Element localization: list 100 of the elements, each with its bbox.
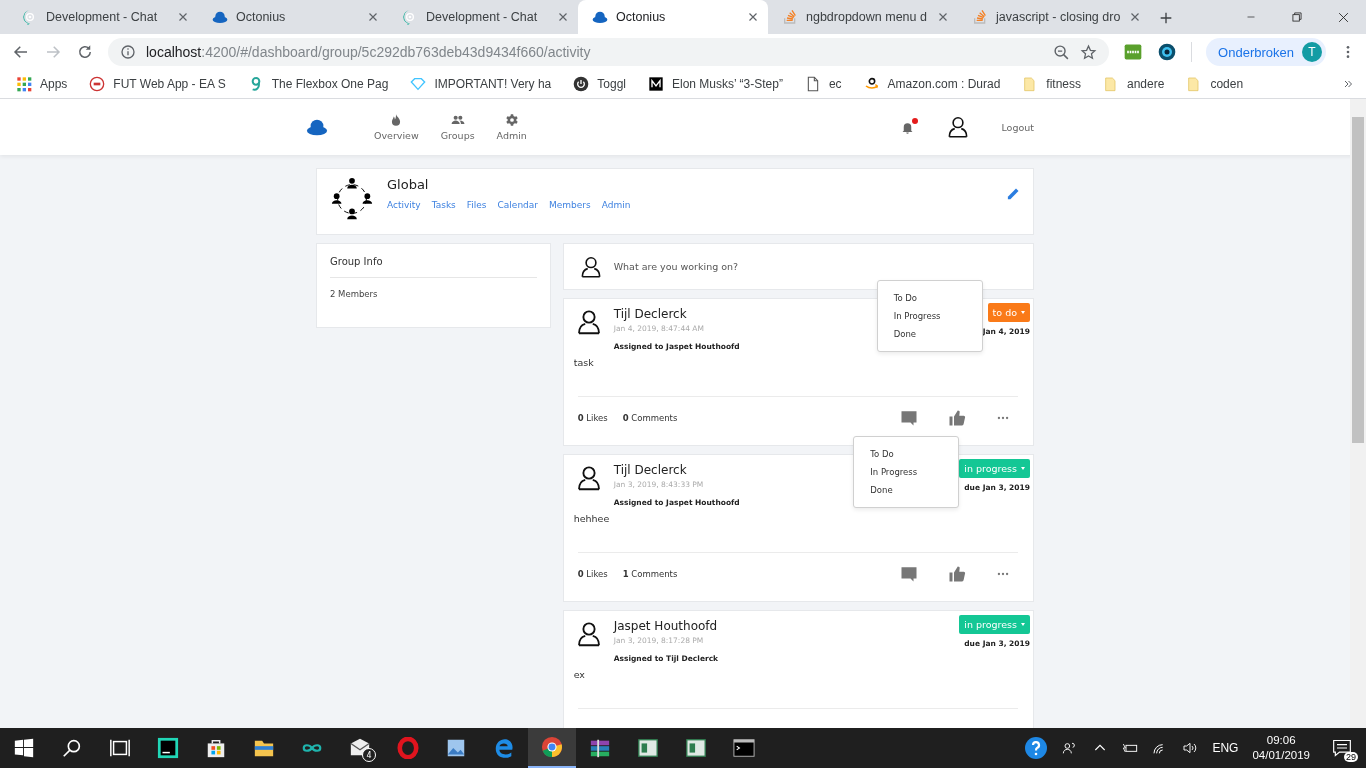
help-icon[interactable] (1024, 736, 1049, 760)
people-circle-logo-icon (329, 176, 375, 222)
bookmark-link[interactable]: FUT Web App - EA S (113, 77, 226, 91)
stacked-trays-icon (782, 9, 798, 25)
group-nav-link[interactable]: Members (549, 200, 591, 210)
square-logo-icon[interactable] (648, 76, 664, 92)
stacked-trays-icon (972, 9, 988, 25)
likes-count: 0 Likes (577, 569, 609, 579)
double-chevron-icon[interactable] (1342, 78, 1354, 90)
bookmark-link[interactable]: IMPORTANT! Very ha (434, 77, 552, 91)
search-icon (61, 737, 83, 759)
task-view-icon (109, 737, 131, 759)
nav-link[interactable]: Overview (374, 130, 419, 141)
app-window-icon (637, 737, 659, 759)
zoom-out-icon[interactable] (1053, 43, 1071, 61)
profile-button[interactable]: Onderbroken T (1206, 38, 1326, 66)
windows-logo-icon (13, 737, 35, 759)
reload-icon[interactable] (76, 43, 94, 61)
bookmark-link[interactable]: Elon Musks’ “3-Step” (672, 77, 783, 91)
thumbs-up-icon[interactable] (948, 565, 966, 583)
member-count: 2 Members (330, 289, 379, 299)
browser-tab[interactable]: Octonius (198, 0, 388, 34)
group-nav-link[interactable]: Activity (387, 200, 421, 210)
picture-icon (445, 737, 467, 759)
post-text: ex (573, 669, 586, 680)
logout-link[interactable]: Logout (1001, 121, 1034, 133)
post-input-field[interactable]: What are you working on? (611, 260, 1019, 273)
pencil-icon[interactable] (1006, 186, 1021, 201)
info-icon (120, 44, 136, 60)
notification-count: 29 (1344, 752, 1358, 762)
comments-count: 0 Comments (622, 413, 678, 423)
language-indicator[interactable]: ENG (1212, 741, 1239, 755)
bookmark-link[interactable]: Amazon.com : Durad (887, 77, 1001, 91)
caret-icon (1021, 311, 1025, 314)
group-nav-link[interactable]: Calendar (497, 200, 539, 210)
group-nav-link[interactable]: Tasks (431, 200, 456, 210)
group-nav-link[interactable]: Files (466, 200, 487, 210)
browser-tab[interactable]: Development - Chat (8, 0, 198, 34)
smile-arrow-icon[interactable] (863, 76, 880, 92)
back-icon[interactable] (12, 43, 30, 61)
group-nav-link[interactable]: Admin (601, 200, 631, 210)
cloud-icon (212, 9, 228, 25)
author-name: Tijl Declerck (613, 307, 687, 321)
browser-logo-icon (541, 736, 563, 758)
post-text: task (573, 357, 595, 368)
menu-item[interactable]: In Progress (877, 307, 982, 325)
nav-link[interactable]: Admin (496, 130, 527, 141)
bookmark-link[interactable]: coden (1210, 77, 1244, 91)
bookmark-link[interactable]: andere (1127, 77, 1165, 91)
likes-count: 0 Likes (577, 413, 609, 423)
browser-tab[interactable]: javascript - closing dro (958, 0, 1148, 34)
menu-item[interactable]: Done (854, 481, 959, 499)
author-name: Jaspet Houthoofd (613, 619, 718, 633)
browser-tab[interactable]: Octonius (578, 0, 768, 34)
extension-icon[interactable] (1123, 42, 1144, 62)
round-logo-icon[interactable] (89, 76, 106, 92)
books-icon (589, 737, 611, 759)
comments-count: 1 Comments (622, 569, 678, 579)
shopping-bag-icon (205, 737, 227, 759)
author-name: Tijl Declerck (613, 463, 687, 477)
bookmark-link[interactable]: The Flexbox One Pag (271, 77, 389, 91)
power-icon[interactable] (573, 76, 590, 92)
terminal-icon (733, 737, 755, 759)
group-info-title: Group Info (330, 256, 537, 278)
comment-icon[interactable] (900, 409, 918, 427)
cloud-icon (592, 9, 608, 25)
people-icon (450, 113, 465, 127)
browser-tab[interactable]: Development - Chat (388, 0, 578, 34)
bookmark-link[interactable]: Apps (40, 77, 68, 91)
restore-icon[interactable] (1290, 10, 1304, 24)
group-name: Global (387, 177, 430, 192)
bookmark-link[interactable]: fitness (1046, 77, 1081, 91)
browser-tab[interactable]: ngbdropdown menu d (768, 0, 958, 34)
thumbs-up-icon[interactable] (948, 409, 966, 427)
eye-icon[interactable] (1157, 42, 1178, 62)
address-bar[interactable]: localhost:4200/#/dashboard/group/5c292db763deb43d9434f660/activity (108, 38, 1110, 66)
post-text: hehhee (573, 513, 611, 524)
speaker-icon[interactable] (1182, 740, 1199, 756)
menu-item[interactable]: Done (877, 325, 982, 343)
nav-link[interactable]: Groups (440, 130, 475, 141)
settings-icon (504, 113, 519, 127)
bookmark-link[interactable]: ec (828, 77, 842, 91)
caret-icon (1021, 467, 1025, 470)
scrollbar[interactable] (1350, 99, 1366, 728)
app-window-icon (685, 737, 707, 759)
caret-icon (1021, 623, 1025, 626)
swirl-logo-icon (493, 737, 515, 759)
taskbar-button[interactable]: 4 (336, 728, 384, 768)
clock[interactable]: 09:06 04/01/2019 (1252, 733, 1310, 763)
menu-item[interactable]: To Do (877, 289, 982, 307)
new-tab-icon[interactable] (1158, 10, 1174, 26)
star-icon[interactable] (1080, 43, 1098, 61)
menu-item[interactable]: To Do (854, 445, 959, 463)
apps-grid-icon[interactable] (16, 76, 32, 92)
ring-logo-icon (397, 737, 419, 759)
square-app-icon (157, 737, 179, 759)
bookmark-link[interactable]: Toggl (597, 77, 626, 91)
taskbar-button[interactable] (528, 728, 576, 768)
menu-item[interactable]: In Progress (854, 463, 959, 481)
comment-icon[interactable] (900, 565, 918, 583)
